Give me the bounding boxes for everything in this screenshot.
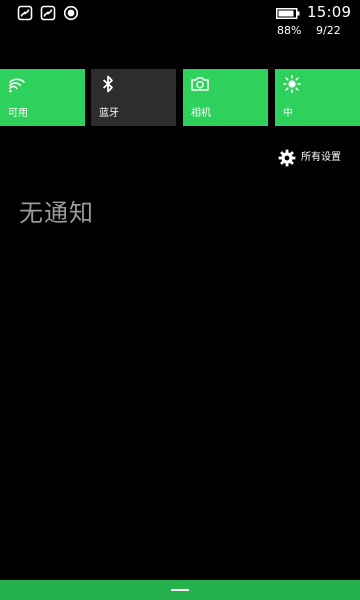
no-notifications-text: 无通知 [19, 199, 94, 227]
quick-action-label: 中 [283, 108, 293, 119]
quick-action-label: 相机 [191, 108, 211, 119]
drag-handle-icon [171, 589, 189, 591]
battery-percent: 88% [277, 24, 302, 37]
collapse-handle-bar[interactable] [0, 580, 360, 600]
status-bar: 15:09 88% 9/22 [0, 0, 360, 44]
all-settings-label: 所有设置 [301, 152, 341, 163]
quick-action-wifi[interactable]: 可用 [0, 69, 85, 126]
status-time: 15:09 [307, 3, 352, 21]
quick-action-label: 可用 [8, 108, 28, 119]
gear-icon [278, 149, 296, 167]
notification-app-icon [17, 5, 33, 21]
quick-action-brightness[interactable]: 中 [275, 69, 360, 126]
camera-icon [191, 75, 209, 93]
record-icon [63, 5, 79, 21]
quick-action-camera[interactable]: 相机 [183, 69, 268, 126]
quick-action-bluetooth[interactable]: 蓝牙 [91, 69, 176, 126]
wifi-icon [8, 75, 26, 93]
all-settings-button[interactable]: 所有设置 [278, 148, 341, 168]
status-date: 9/22 [316, 24, 341, 37]
quick-actions: 可用 蓝牙 相机 中 [0, 69, 360, 126]
bluetooth-icon [99, 75, 117, 93]
battery-icon [276, 8, 300, 19]
brightness-icon [283, 75, 301, 93]
notification-app-icon [40, 5, 56, 21]
quick-action-label: 蓝牙 [99, 108, 119, 119]
